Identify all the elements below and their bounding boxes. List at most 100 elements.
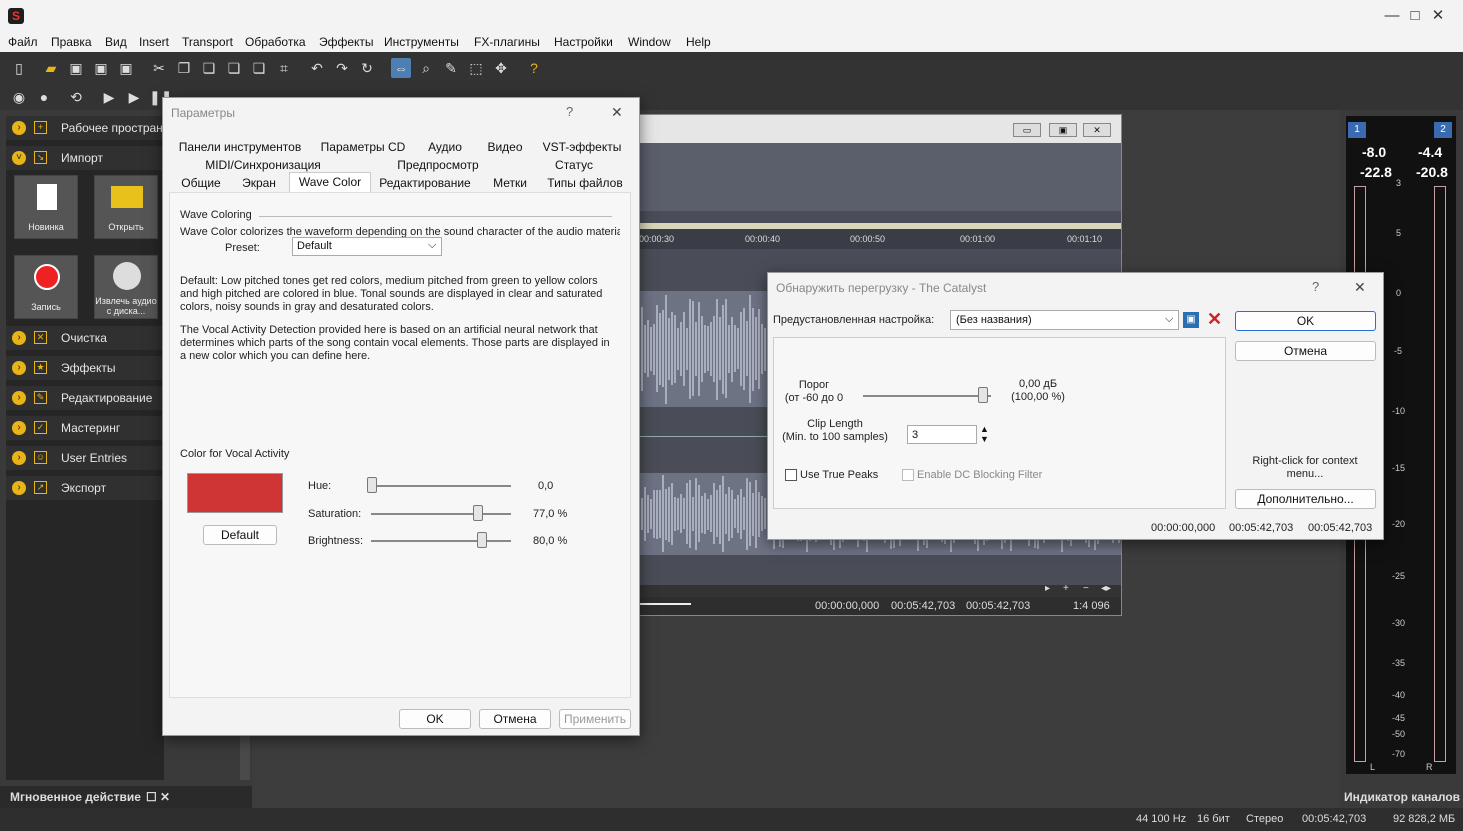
close-panel-icon[interactable]: ✕ bbox=[160, 786, 170, 808]
paste-icon[interactable]: ❏ bbox=[199, 58, 219, 78]
menu-insert[interactable]: Insert bbox=[139, 32, 169, 52]
tab-general[interactable]: Общие bbox=[175, 174, 227, 192]
menu-view[interactable]: Вид bbox=[105, 32, 127, 52]
cancel-button[interactable]: Отмена bbox=[1235, 341, 1376, 361]
saturation-slider-thumb[interactable] bbox=[473, 505, 483, 521]
tile-new[interactable]: Новинка bbox=[14, 175, 78, 239]
cut-icon[interactable]: ✂ bbox=[149, 58, 169, 78]
crop-icon[interactable]: ⌗ bbox=[274, 58, 294, 78]
true-peaks-checkbox[interactable] bbox=[785, 469, 797, 481]
sample-rate[interactable]: 44 100 Hz bbox=[1136, 808, 1186, 831]
category-user-entries[interactable]: › ☺ User Entries bbox=[6, 446, 162, 470]
tile-extract-cd[interactable]: Извлечь аудио с диска... bbox=[94, 255, 158, 319]
tab-toolbars[interactable]: Панели инструментов bbox=[175, 138, 305, 156]
zoom-fit-icon[interactable]: ◂▸ bbox=[1101, 583, 1111, 594]
channel-mode[interactable]: Стерео bbox=[1246, 808, 1283, 831]
save-preset-icon[interactable]: ▣ bbox=[1183, 312, 1199, 328]
tile-open[interactable]: Открыть bbox=[94, 175, 158, 239]
category-workspace[interactable]: › + Рабочее пространство bbox=[6, 116, 187, 140]
zoom-out-icon[interactable]: − bbox=[1083, 583, 1089, 594]
new-file-icon[interactable]: ▯ bbox=[9, 58, 29, 78]
tab-vst-effects[interactable]: VST-эффекты bbox=[537, 138, 627, 156]
tab-video[interactable]: Видео bbox=[479, 138, 531, 156]
brightness-slider-thumb[interactable] bbox=[477, 532, 487, 548]
play-all-icon[interactable]: ▶ bbox=[99, 87, 119, 107]
apply-button[interactable]: Применить bbox=[559, 709, 631, 729]
help-icon[interactable]: ? bbox=[1312, 279, 1319, 294]
hue-slider-thumb[interactable] bbox=[367, 477, 377, 493]
category-effects[interactable]: › ★ Эффекты bbox=[6, 356, 162, 380]
tab-cd-params[interactable]: Параметры CD bbox=[313, 138, 413, 156]
selection-start[interactable]: 00:00:00,000 bbox=[815, 597, 879, 615]
paste-mix-icon[interactable]: ❏ bbox=[224, 58, 244, 78]
threshold-slider-thumb[interactable] bbox=[978, 387, 988, 403]
wave-restore-button[interactable]: ▣ bbox=[1049, 123, 1077, 137]
menu-help[interactable]: Help bbox=[686, 32, 711, 52]
tab-preview[interactable]: Предпросмотр bbox=[373, 156, 503, 174]
ok-button[interactable]: OK bbox=[399, 709, 471, 729]
tab-wave-color[interactable]: Wave Color bbox=[289, 172, 371, 192]
record-icon[interactable]: ● bbox=[34, 87, 54, 107]
category-import[interactable]: ˅ ↘ Импорт bbox=[6, 146, 162, 170]
clip-length-spinner-icon[interactable]: ▲ ▼ bbox=[980, 424, 989, 444]
edit-tool-icon[interactable]: ⇔ bbox=[391, 58, 411, 78]
vocal-color-swatch[interactable] bbox=[187, 473, 283, 513]
clip-length-time[interactable]: 00:05:42,703 bbox=[1308, 522, 1372, 535]
overview-waveform[interactable] bbox=[635, 143, 1121, 211]
close-button[interactable]: ✕ bbox=[1415, 0, 1461, 32]
cancel-button[interactable]: Отмена bbox=[479, 709, 551, 729]
help-icon[interactable]: ? bbox=[566, 104, 573, 119]
default-color-button[interactable]: Default bbox=[203, 525, 277, 545]
bit-depth[interactable]: 16 бит bbox=[1197, 808, 1230, 831]
paste-special-icon[interactable]: ❏ bbox=[249, 58, 269, 78]
tab-status[interactable]: Статус bbox=[539, 156, 609, 174]
dc-filter-checkbox[interactable] bbox=[902, 469, 914, 481]
channel-1-badge[interactable]: 1 bbox=[1348, 122, 1366, 138]
tab-editing[interactable]: Редактирование bbox=[377, 174, 473, 192]
channel-2-badge[interactable]: 2 bbox=[1434, 122, 1452, 138]
save-icon[interactable]: ▣ bbox=[66, 58, 86, 78]
tab-audio[interactable]: Аудио bbox=[419, 138, 471, 156]
scroll-right-icon[interactable]: ▸ bbox=[1045, 583, 1050, 594]
selection-end[interactable]: 00:05:42,703 bbox=[891, 597, 955, 615]
redo-icon[interactable]: ↷ bbox=[332, 58, 352, 78]
app-logo-icon[interactable]: S bbox=[8, 8, 24, 24]
tab-screen[interactable]: Экран bbox=[235, 174, 283, 192]
clip-end-time[interactable]: 00:05:42,703 bbox=[1229, 522, 1293, 535]
save-as-icon[interactable]: ▣ bbox=[91, 58, 111, 78]
close-icon[interactable]: ✕ bbox=[611, 104, 623, 121]
hue-slider[interactable] bbox=[371, 485, 511, 487]
open-folder-icon[interactable]: ▰ bbox=[41, 58, 61, 78]
tab-file-types[interactable]: Типы файлов bbox=[543, 174, 627, 192]
play-icon[interactable]: ▶ bbox=[124, 87, 144, 107]
category-mastering[interactable]: › ✓ Мастеринг bbox=[6, 416, 162, 440]
saturation-slider[interactable] bbox=[371, 513, 511, 515]
loop-icon[interactable]: ⟲ bbox=[66, 87, 86, 107]
zoom-ratio[interactable]: 1:4 096 bbox=[1073, 597, 1110, 615]
menu-effects[interactable]: Эффекты bbox=[319, 32, 374, 52]
category-cleaning[interactable]: › ✕ Очистка bbox=[6, 326, 162, 350]
clip-length-input[interactable]: 3 bbox=[907, 425, 977, 444]
copy-icon[interactable]: ❐ bbox=[174, 58, 194, 78]
menu-settings[interactable]: Настройки bbox=[554, 32, 613, 52]
category-export[interactable]: › ↗ Экспорт bbox=[6, 476, 162, 500]
region-tool-icon[interactable]: ⬚ bbox=[466, 58, 486, 78]
ok-button[interactable]: OK bbox=[1235, 311, 1376, 331]
menu-window[interactable]: Window bbox=[628, 32, 671, 52]
tile-record[interactable]: Запись bbox=[14, 255, 78, 319]
wave-scrollbar[interactable]: ▸ + − ◂▸ bbox=[635, 583, 1121, 597]
record-arm-icon[interactable]: ◉ bbox=[9, 87, 29, 107]
menu-tools[interactable]: Инструменты bbox=[384, 32, 459, 52]
time-ruler[interactable]: 00:00:30 00:00:40 00:00:50 00:01:00 00:0… bbox=[635, 229, 1121, 249]
menu-edit[interactable]: Правка bbox=[51, 32, 92, 52]
category-editing[interactable]: › ✎ Редактирование bbox=[6, 386, 162, 410]
wave-close-button[interactable]: ✕ bbox=[1083, 123, 1111, 137]
brightness-slider[interactable] bbox=[371, 540, 511, 542]
repeat-icon[interactable]: ↻ bbox=[357, 58, 377, 78]
undo-icon[interactable]: ↶ bbox=[307, 58, 327, 78]
menu-fx-plugins[interactable]: FX-плагины bbox=[474, 32, 540, 52]
menu-file[interactable]: Файл bbox=[8, 32, 38, 52]
preset-select[interactable]: (Без названия) ⌵ bbox=[950, 310, 1179, 330]
delete-preset-icon[interactable]: ✕ bbox=[1207, 309, 1222, 330]
pencil-tool-icon[interactable]: ✎ bbox=[441, 58, 461, 78]
